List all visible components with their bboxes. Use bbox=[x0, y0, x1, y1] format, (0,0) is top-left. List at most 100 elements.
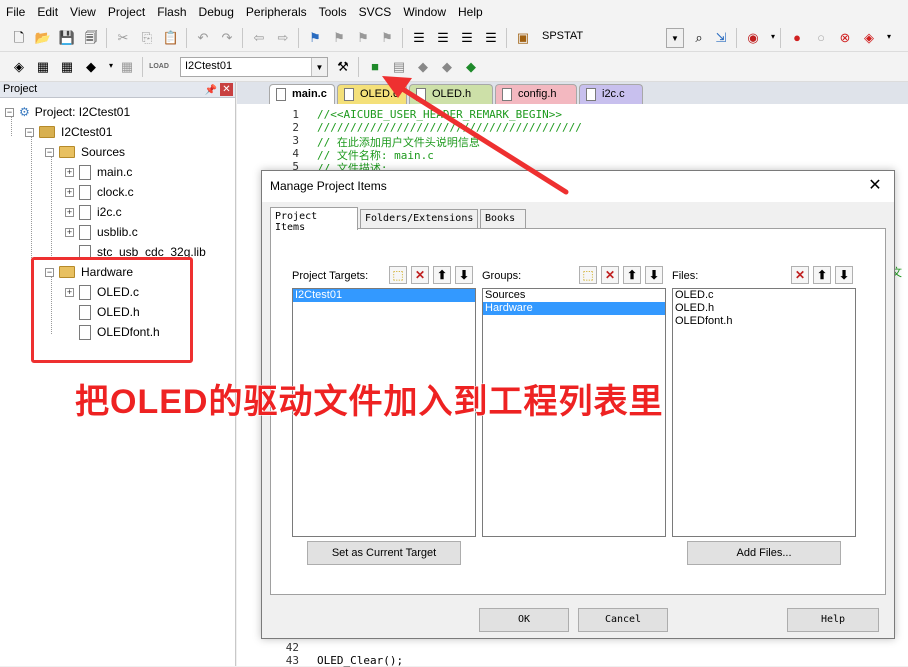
close-icon[interactable]: ✕ bbox=[220, 83, 233, 96]
menu-item-svcs[interactable]: SVCS bbox=[353, 5, 398, 19]
breakpoint-kill-all-icon[interactable]: ◈ bbox=[860, 28, 878, 46]
pack-installer-icon[interactable]: ◆ bbox=[438, 57, 456, 75]
menu-item-view[interactable]: View bbox=[64, 5, 102, 19]
list-item[interactable]: I2Ctest01 bbox=[293, 289, 475, 302]
open-folder-icon[interactable]: 📂 bbox=[34, 28, 52, 46]
load-icon[interactable]: LOAD bbox=[149, 57, 169, 75]
collapse-icon[interactable]: − bbox=[25, 127, 34, 137]
cut-icon[interactable]: ✂ bbox=[114, 28, 132, 46]
redo-icon[interactable]: ↷ bbox=[218, 28, 236, 46]
close-icon[interactable]: ✕ bbox=[866, 177, 884, 195]
build-icon[interactable]: ▦ bbox=[34, 57, 52, 75]
delete-icon[interactable]: ✕ bbox=[411, 266, 429, 284]
debug-session-icon[interactable]: ◉ bbox=[744, 28, 762, 46]
help-button[interactable]: Help bbox=[787, 608, 879, 632]
indent-icon[interactable]: ☰ bbox=[410, 28, 428, 46]
move-up-icon[interactable]: ⬆ bbox=[623, 266, 641, 284]
expand-icon[interactable]: + bbox=[65, 167, 74, 177]
bookmark-icon[interactable]: ⚑ bbox=[306, 28, 324, 46]
translate-icon[interactable]: ◈ bbox=[10, 57, 28, 75]
menu-item-project[interactable]: Project bbox=[102, 5, 151, 19]
undo-icon[interactable]: ↶ bbox=[194, 28, 212, 46]
bookmark-next-icon[interactable]: ⚑ bbox=[354, 28, 372, 46]
list-item[interactable]: OLED.h bbox=[673, 302, 855, 315]
find-icon[interactable]: ⌕ bbox=[690, 28, 708, 46]
bookmark-prev-icon[interactable]: ⚑ bbox=[330, 28, 348, 46]
uncomment-icon[interactable]: ☰ bbox=[482, 28, 500, 46]
collapse-icon[interactable]: − bbox=[45, 147, 54, 157]
tree-file[interactable]: + usblib.c bbox=[65, 222, 138, 242]
save-icon[interactable]: 💾 bbox=[58, 28, 76, 46]
new-file-icon[interactable]: 🗋 bbox=[10, 28, 28, 46]
tab-folders-extensions[interactable]: Folders/Extensions bbox=[360, 209, 478, 229]
delete-icon[interactable]: ✕ bbox=[601, 266, 619, 284]
list-item[interactable]: Sources bbox=[483, 289, 665, 302]
nav-back-icon[interactable]: ⇦ bbox=[250, 28, 268, 46]
tree-item-target[interactable]: − I2Ctest01 bbox=[25, 122, 112, 142]
nav-forward-icon[interactable]: ⇨ bbox=[274, 28, 292, 46]
tree-group-sources[interactable]: − Sources bbox=[45, 142, 125, 162]
target-select[interactable]: I2Ctest01 ▼ bbox=[180, 57, 328, 77]
expand-icon[interactable]: + bbox=[65, 207, 74, 217]
move-up-icon[interactable]: ⬆ bbox=[813, 266, 831, 284]
menu-item-flash[interactable]: Flash bbox=[151, 5, 192, 19]
collapse-icon[interactable]: − bbox=[5, 107, 14, 117]
move-up-icon[interactable]: ⬆ bbox=[433, 266, 451, 284]
save-all-icon[interactable]: 🗐 bbox=[82, 28, 100, 46]
code-line[interactable]: //////////////////////////////////////// bbox=[317, 121, 582, 134]
find-combo-dropdown[interactable]: ▼ bbox=[666, 28, 684, 48]
list-item[interactable]: OLEDfont.h bbox=[673, 315, 855, 328]
bookmark-clear-icon[interactable]: ⚑ bbox=[378, 28, 396, 46]
code-line[interactable]: OLED_Clear(); bbox=[317, 654, 403, 667]
breakpoint-disable-icon[interactable]: ○ bbox=[812, 28, 830, 46]
chevron-down-icon[interactable]: ▾ bbox=[880, 28, 898, 46]
breakpoint-icon[interactable]: ● bbox=[788, 28, 806, 46]
code-line[interactable]: //<<AICUBE_USER_HEADER_REMARK_BEGIN>> bbox=[317, 108, 562, 121]
new-item-icon[interactable]: ⬚ bbox=[579, 266, 597, 284]
find-in-files-icon[interactable]: ▣ bbox=[514, 28, 532, 46]
paste-icon[interactable]: 📋 bbox=[162, 28, 180, 46]
files-listbox[interactable]: OLED.c OLED.h OLEDfont.h bbox=[672, 288, 856, 537]
menu-item-edit[interactable]: Edit bbox=[31, 5, 64, 19]
expand-icon[interactable]: + bbox=[65, 227, 74, 237]
menu-item-help[interactable]: Help bbox=[452, 5, 489, 19]
cancel-button[interactable]: Cancel bbox=[578, 608, 668, 632]
tab-project-items[interactable]: Project Items bbox=[270, 207, 358, 233]
tab-config-h[interactable]: config.h bbox=[495, 84, 577, 104]
menu-item-peripherals[interactable]: Peripherals bbox=[240, 5, 313, 19]
unindent-icon[interactable]: ☰ bbox=[434, 28, 452, 46]
tab-main-c[interactable]: main.c bbox=[269, 84, 335, 104]
find-combo[interactable]: SPSTAT bbox=[538, 28, 684, 48]
tree-file[interactable]: + main.c bbox=[65, 162, 132, 182]
menu-item-file[interactable]: File bbox=[0, 5, 31, 19]
copy-icon[interactable]: ⎘ bbox=[138, 28, 156, 46]
menu-item-debug[interactable]: Debug bbox=[193, 5, 240, 19]
move-down-icon[interactable]: ⬇ bbox=[455, 266, 473, 284]
breakpoint-kill-icon[interactable]: ⊗ bbox=[836, 28, 854, 46]
list-item[interactable]: OLED.c bbox=[673, 289, 855, 302]
tree-item-project[interactable]: − ⚙ Project: I2Ctest01 bbox=[5, 102, 130, 122]
pin-icon[interactable]: 📌 bbox=[205, 83, 217, 98]
list-item[interactable]: Hardware bbox=[483, 302, 665, 315]
set-current-target-button[interactable]: Set as Current Target bbox=[307, 541, 461, 565]
menu-item-window[interactable]: Window bbox=[397, 5, 452, 19]
run-time-environment-icon[interactable]: ◆ bbox=[462, 57, 480, 75]
new-item-icon[interactable]: ⬚ bbox=[389, 266, 407, 284]
menu-item-tools[interactable]: Tools bbox=[313, 5, 353, 19]
tab-books[interactable]: Books bbox=[480, 209, 526, 229]
tree-file[interactable]: + clock.c bbox=[65, 182, 134, 202]
incremental-find-icon[interactable]: ⇲ bbox=[712, 28, 730, 46]
tab-oled-c[interactable]: OLED.c bbox=[337, 84, 407, 104]
tab-oled-h[interactable]: OLED.h bbox=[409, 84, 493, 104]
move-down-icon[interactable]: ⬇ bbox=[835, 266, 853, 284]
expand-icon[interactable]: + bbox=[65, 187, 74, 197]
select-packs-icon[interactable]: ▤ bbox=[390, 57, 408, 75]
ok-button[interactable]: OK bbox=[479, 608, 569, 632]
tab-i2c-c[interactable]: i2c.c bbox=[579, 84, 643, 104]
target-options-icon[interactable]: ⚒ bbox=[334, 57, 352, 75]
manage-project-items-icon[interactable]: ■ bbox=[366, 57, 384, 75]
batch-build-icon[interactable]: ◆ bbox=[82, 57, 100, 75]
rebuild-icon[interactable]: ▦ bbox=[58, 57, 76, 75]
tree-file[interactable]: + i2c.c bbox=[65, 202, 122, 222]
manage-rte-icon[interactable]: ◆ bbox=[414, 57, 432, 75]
